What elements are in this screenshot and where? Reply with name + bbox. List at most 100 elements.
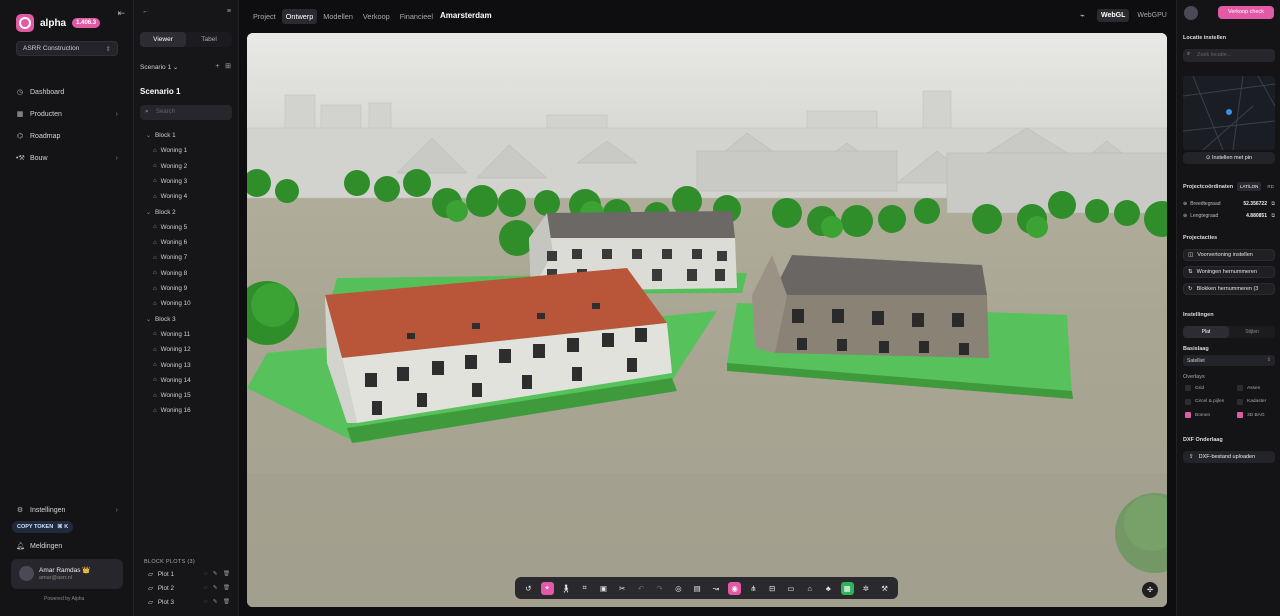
tab-financieel[interactable]: Financieel	[396, 9, 437, 24]
renumber-houses-button[interactable]: ⇅ Woningen hernummeren	[1183, 266, 1275, 278]
dxf-upload-button[interactable]: ⇪ DXF-bestand uploaden	[1183, 451, 1275, 463]
block-row[interactable]: ⌄ Block 3	[146, 314, 176, 325]
house-row[interactable]: ⌂ Woning 9	[153, 283, 187, 294]
organization-select[interactable]: ASRR Construction ⇕	[16, 41, 118, 56]
nav-item-dashboard[interactable]: ◷ Dashboard	[16, 86, 120, 98]
nav-item-roadmap[interactable]: ⌬ Roadmap	[16, 130, 120, 142]
document-icon[interactable]: ▭	[784, 582, 797, 595]
basemap-select[interactable]: Satelliet ⇕	[1183, 355, 1275, 366]
location-search-input[interactable]: ⌕ Zoek locatie...	[1183, 49, 1275, 62]
add-icon[interactable]: +	[215, 63, 219, 70]
back-arrow-icon[interactable]: ←	[142, 8, 149, 15]
house-row[interactable]: ⌂ Woning 3	[153, 176, 187, 187]
block-row[interactable]: ⌄ Block 1	[146, 130, 176, 141]
target-icon[interactable]: ◎	[672, 582, 685, 595]
grid-toggle-icon[interactable]: ▦	[840, 581, 854, 595]
latlon-option[interactable]: LAT/LON	[1237, 182, 1262, 191]
chevron-updown-icon: ⇕	[105, 46, 111, 53]
style-styles[interactable]: Stijlen	[1229, 326, 1275, 338]
copy-icon[interactable]: ⧉	[1271, 201, 1275, 207]
overlay-checkbox[interactable]: Assen	[1237, 385, 1260, 391]
overlay-checkbox[interactable]: Circel & pijlen	[1185, 398, 1224, 405]
overlay-checkbox[interactable]: 3D BAG	[1237, 412, 1265, 418]
tab-ontwerp[interactable]: Ontwerp	[281, 9, 318, 24]
tab-modellen[interactable]: Modellen	[319, 9, 357, 24]
map-icon[interactable]: ⊟	[766, 582, 779, 595]
house-row[interactable]: ⌂ Woning 5	[153, 222, 187, 233]
plot-actions-icon[interactable]: ◌ ✎ 🗑︎	[204, 585, 232, 591]
plot-row[interactable]: ▱ Plot 2 ◌ ✎ 🗑︎	[148, 583, 232, 593]
house-row[interactable]: ⌂ Woning 4	[153, 191, 187, 202]
copy-token-button[interactable]: COPY TOKEN ⌘ K	[12, 521, 74, 533]
network-icon[interactable]: ⋔	[747, 582, 760, 595]
frame-tool-icon[interactable]: ▣	[597, 582, 610, 595]
scenario-select[interactable]: Scenario 1 ⌄	[140, 63, 178, 71]
house-row[interactable]: ⌂ Woning 11	[153, 329, 190, 340]
webgpu-option[interactable]: WebGPU	[1133, 9, 1170, 22]
activity-icon[interactable]: ⌁	[1080, 11, 1085, 20]
house-row[interactable]: ⌂ Woning 12	[153, 344, 191, 355]
compass-icon[interactable]: ✣	[1142, 582, 1158, 598]
sales-check-button[interactable]: Verkoop check	[1218, 6, 1274, 19]
tools-icon[interactable]: ⚒	[878, 582, 891, 595]
layout-tool-icon[interactable]: ⌗	[578, 582, 591, 595]
view-mode-icon[interactable]: ◉	[728, 581, 742, 595]
path-tool-icon[interactable]: ↝	[709, 582, 722, 595]
house-icon[interactable]: ⌂	[803, 582, 816, 595]
house-row[interactable]: ⌂ Woning 14	[153, 375, 191, 386]
location-minimap[interactable]	[1183, 76, 1275, 150]
user-card[interactable]: Amar Ramdas 👑 amar@asrr.nl	[11, 559, 123, 589]
nav-item-producten[interactable]: ▦ Producten ›	[16, 108, 120, 120]
house-row[interactable]: ⌂ Woning 1	[153, 145, 187, 156]
redo-icon[interactable]: ↷	[653, 582, 666, 595]
house-row[interactable]: ⌂ Woning 10	[153, 298, 191, 309]
tab-viewer[interactable]: Viewer	[140, 32, 186, 47]
nav-item-instellingen[interactable]: ⚙ Instellingen ›	[16, 504, 120, 516]
block-row[interactable]: ⌄ Block 2	[146, 207, 176, 218]
renumber-blocks-button[interactable]: ↻ Blokken hernummeren (3	[1183, 283, 1275, 295]
house-row[interactable]: ⌂ Woning 7	[153, 252, 187, 263]
style-flat[interactable]: Plat	[1183, 326, 1229, 338]
brand-name: alpha	[40, 17, 67, 29]
undo-icon[interactable]: ↶	[634, 582, 647, 595]
set-with-pin-button[interactable]: ⊙ Instellen met pin	[1183, 152, 1275, 164]
house-row[interactable]: ⌂ Woning 15	[153, 390, 191, 401]
copy-icon[interactable]: ⧉	[1271, 213, 1275, 219]
select-tool-icon[interactable]: ⌖	[540, 581, 554, 595]
plot-actions-icon[interactable]: ◌ ✎ 🗑︎	[204, 571, 232, 577]
walk-tool-icon[interactable]: 🚶︎	[559, 582, 572, 595]
webgl-option[interactable]: WebGL	[1097, 9, 1130, 22]
house-row[interactable]: ⌂ Woning 2	[153, 161, 187, 172]
calendar-icon[interactable]: ▤	[691, 582, 704, 595]
search-input[interactable]: ⌕ Search	[140, 105, 232, 120]
brand[interactable]: alpha 1.406.3	[16, 14, 101, 32]
rd-option[interactable]: RD	[1264, 182, 1277, 191]
nav-item-bouw[interactable]: •⚒ Bouw ›	[16, 152, 120, 164]
house-row[interactable]: ⌂ Woning 16	[153, 405, 191, 416]
plot-row[interactable]: ▱ Plot 3 ◌ ✎ 🗑︎	[148, 597, 232, 607]
history-icon[interactable]: ↺	[522, 582, 535, 595]
plot-row[interactable]: ▱ Plot 1 ◌ ✎ 🗑︎	[148, 569, 232, 579]
tab-verkoop[interactable]: Verkoop	[359, 9, 394, 24]
settings-icon[interactable]: ✲	[859, 582, 872, 595]
preview-settings-button[interactable]: ◫ Voorvertoning instellen	[1183, 249, 1275, 261]
menu-icon[interactable]: ≡	[227, 8, 231, 15]
grid-view-icon[interactable]: ⊞	[225, 63, 231, 70]
overlay-checkbox[interactable]: Kadaster	[1237, 398, 1266, 405]
house-row[interactable]: ⌂ Woning 6	[153, 237, 187, 248]
house-row[interactable]: ⌂ Woning 13	[153, 360, 191, 371]
cut-tool-icon[interactable]: ✂	[616, 582, 629, 595]
3d-viewport[interactable]	[247, 33, 1167, 607]
tab-tabel[interactable]: Tabel	[186, 32, 232, 47]
overlay-checkbox[interactable]: Bomen	[1185, 412, 1210, 418]
collapse-sidebar-icon[interactable]: ⇤	[117, 8, 125, 19]
overlay-checkbox[interactable]: Grid	[1185, 385, 1204, 391]
tree-icon[interactable]: ♣	[822, 582, 835, 595]
house-row[interactable]: ⌂ Woning 8	[153, 268, 187, 279]
plot-actions-icon[interactable]: ◌ ✎ 🗑︎	[204, 599, 232, 605]
house-icon: ⌂	[153, 147, 157, 154]
nav-item-meldingen[interactable]: 🔔︎ Meldingen	[16, 540, 120, 552]
tab-project[interactable]: Project	[249, 9, 280, 24]
alpha-logo-icon	[16, 14, 34, 32]
avatar[interactable]	[1184, 6, 1198, 20]
